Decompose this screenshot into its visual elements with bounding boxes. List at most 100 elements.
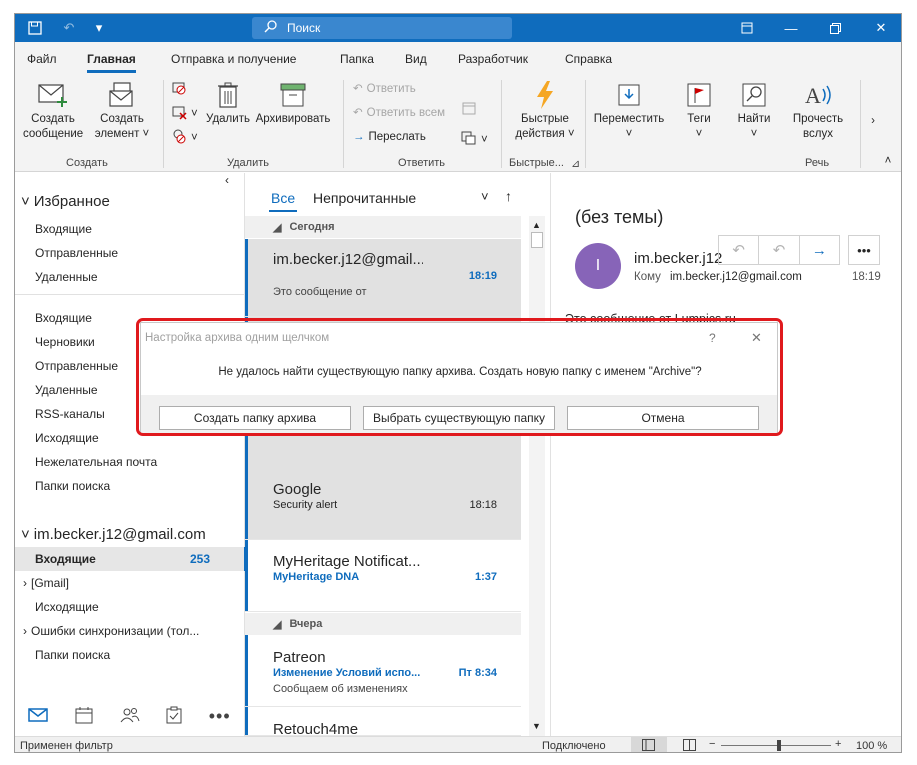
folder-junk[interactable]: Нежелательная почта (15, 450, 244, 474)
avatar[interactable]: I (575, 243, 621, 289)
account-gmail[interactable]: › [Gmail] (15, 571, 244, 595)
tab-view[interactable]: Вид (405, 52, 427, 66)
fav-item-sent[interactable]: Отправленные (15, 241, 244, 265)
search-icon (264, 20, 277, 36)
account-header[interactable]: ˅ im.becker.j12@gmail.com (15, 522, 244, 546)
filter-all-tab[interactable]: Все (271, 190, 295, 206)
flag-icon (677, 80, 721, 110)
message-item[interactable]: Patreon Изменение Условий испо... Пт 8:3… (245, 635, 521, 707)
favorites-header[interactable]: ˅ Избранное (15, 189, 244, 213)
tab-home[interactable]: Главная (87, 52, 136, 73)
more-icon[interactable]: ••• (209, 706, 231, 727)
scroll-up-icon[interactable]: ▲ (532, 220, 541, 230)
maximize-button[interactable] (815, 14, 855, 42)
collapse-ribbon-icon[interactable]: ˄ (881, 154, 895, 169)
to-address[interactable]: im.becker.j12@gmail.com (670, 271, 802, 283)
unread-count: 253 (189, 552, 210, 566)
more-respond-button[interactable]: ˅ (461, 130, 488, 151)
sender-name[interactable]: im.becker.j12 (634, 250, 724, 267)
ribbon-separator (163, 80, 164, 168)
account-inbox[interactable]: Входящие 253 (15, 547, 244, 571)
search-box[interactable]: Поиск (252, 17, 512, 39)
mail-icon[interactable] (28, 707, 49, 726)
archive-button[interactable]: Архивировать (253, 80, 333, 127)
zoom-slider-thumb[interactable] (777, 740, 781, 751)
sort-arrow-icon[interactable]: ↑ (505, 188, 512, 204)
quick-steps-button[interactable]: Быстрые действия ˅ (507, 80, 583, 142)
list-scrollbar[interactable]: ▲ ▼ (529, 216, 545, 736)
create-archive-folder-button[interactable]: Создать папку архива (159, 406, 351, 430)
dialog-launcher-icon[interactable]: ⊿ (571, 157, 580, 170)
cleanup-button[interactable]: ˅ (171, 104, 198, 125)
group-header-today[interactable]: ◢ Сегодня (245, 216, 521, 238)
tasks-icon[interactable] (166, 706, 182, 727)
collapse-pane-icon[interactable]: ‹ (225, 173, 229, 187)
new-item-button[interactable]: Создать элемент ˅ (89, 80, 155, 142)
forward-icon[interactable]: → (798, 236, 839, 264)
folder-search[interactable]: Папки поиска (15, 474, 244, 498)
junk-button[interactable]: ˅ (171, 128, 198, 149)
zoom-out-icon[interactable]: − (709, 738, 715, 750)
undo-icon[interactable]: ↶ (59, 18, 79, 38)
zoom-in-icon[interactable]: + (835, 738, 841, 750)
find-button[interactable]: Найти ˅ (729, 80, 779, 142)
reply-actions: ↶ ↶ → (718, 235, 840, 265)
reply-all-button[interactable]: ↶ Ответить всем (353, 106, 445, 121)
meeting-button[interactable] (461, 100, 477, 121)
filter-unread-tab[interactable]: Непрочитанные (313, 190, 416, 206)
tab-file[interactable]: Файл (27, 52, 57, 66)
message-list: Все Непрочитанные ˅ ↑ ◢ Сегодня im.becker… (245, 173, 551, 736)
group-header-yesterday[interactable]: ◢ Вчера (245, 613, 521, 635)
tab-folder[interactable]: Папка (340, 52, 374, 66)
save-icon[interactable] (25, 18, 45, 38)
zoom-slider[interactable] (721, 745, 831, 746)
reply-all-icon[interactable]: ↶ (758, 236, 798, 264)
minimize-button[interactable]: — (771, 14, 811, 42)
dialog-close-button[interactable]: ✕ (751, 330, 762, 346)
ribbon-separator (585, 80, 586, 168)
tab-help[interactable]: Справка (565, 52, 612, 66)
svg-text:A: A (805, 83, 821, 108)
to-label: Кому (634, 271, 661, 283)
delete-button[interactable]: Удалить (205, 80, 251, 127)
new-email-icon (23, 80, 83, 110)
zoom-level[interactable]: 100 % (856, 740, 887, 752)
calendar-icon[interactable] (75, 706, 93, 727)
reading-view-icon[interactable] (683, 739, 696, 752)
ignore-button[interactable] (171, 80, 187, 101)
read-aloud-button[interactable]: A Прочесть вслух (787, 80, 849, 142)
close-button[interactable]: ✕ (861, 14, 901, 42)
help-icon[interactable]: ? (709, 331, 716, 345)
message-item[interactable]: MyHeritage Notificat... MyHeritage DNA 1… (245, 540, 521, 612)
reply-icon: ↶ (353, 83, 363, 95)
tags-button[interactable]: Теги ˅ (677, 80, 721, 142)
cancel-button[interactable]: Отмена (567, 406, 759, 430)
ribbon-scroll-right-icon[interactable]: › (867, 114, 879, 129)
forward-button[interactable]: → Переслать (353, 130, 426, 145)
account-search-folders[interactable]: Папки поиска (15, 643, 244, 667)
quick-access-dropdown-icon[interactable]: ▾ (89, 18, 109, 38)
forward-icon: → (353, 131, 365, 143)
account-sync-errors[interactable]: › Ошибки синхронизации (тол... (15, 619, 244, 643)
fav-item-inbox[interactable]: Входящие (15, 217, 244, 241)
navigation-bar: ••• (15, 696, 244, 736)
new-item-icon (89, 80, 155, 110)
scroll-down-icon[interactable]: ▼ (532, 721, 541, 731)
message-item-selected[interactable]: im.becker.j12@gmail... 18:19 Это сообщен… (245, 239, 521, 317)
ribbon-display-icon[interactable] (727, 14, 767, 42)
scrollbar-thumb[interactable] (531, 232, 543, 248)
group-label-speech: Речь (805, 157, 830, 169)
account-outbox[interactable]: Исходящие (15, 595, 244, 619)
people-icon[interactable] (120, 706, 140, 727)
reply-icon[interactable]: ↶ (719, 236, 758, 264)
move-button[interactable]: Переместить ˅ (591, 80, 667, 142)
tab-developer[interactable]: Разработчик (458, 52, 528, 66)
chevron-down-icon[interactable]: ˅ (481, 189, 489, 204)
reply-button[interactable]: ↶ Ответить (353, 82, 416, 97)
fav-item-deleted[interactable]: Удаленные (15, 265, 244, 289)
message-item[interactable]: Retouch4me (245, 707, 521, 736)
tab-send-receive[interactable]: Отправка и получение (171, 52, 296, 66)
choose-existing-folder-button[interactable]: Выбрать существующую папку (363, 406, 555, 430)
new-email-button[interactable]: Создать сообщение (23, 80, 83, 142)
more-actions-button[interactable]: ••• (848, 235, 880, 265)
